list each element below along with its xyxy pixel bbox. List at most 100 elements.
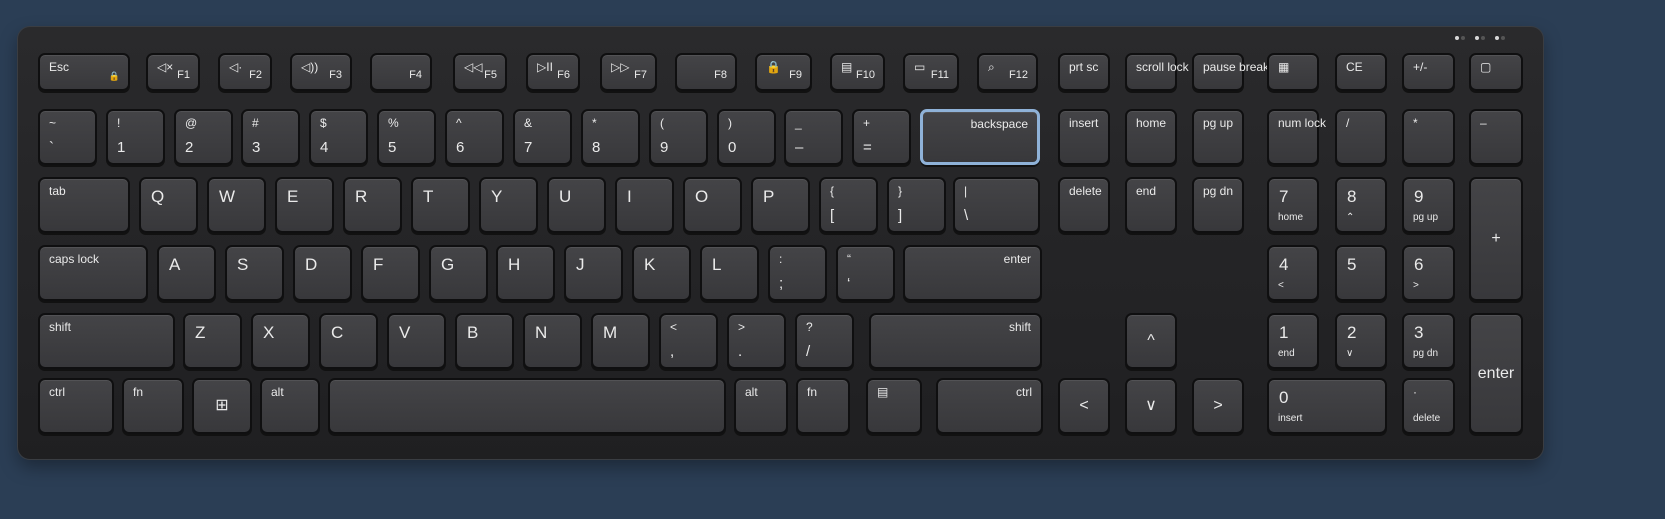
key-pause-break[interactable]: pause break: [1192, 53, 1269, 91]
key-y[interactable]: Y: [479, 177, 538, 233]
key-up[interactable]: ^: [1125, 313, 1177, 369]
key-w[interactable]: W: [207, 177, 266, 233]
key-c[interactable]: C: [319, 313, 378, 369]
key-k[interactable]: K: [632, 245, 691, 301]
key-slash[interactable]: ? /: [795, 313, 854, 369]
key-left[interactable]: <: [1058, 378, 1110, 434]
key-o[interactable]: O: [683, 177, 742, 233]
key-num-mul[interactable]: *: [1402, 109, 1455, 165]
key-f6[interactable]: ▷II F6: [526, 53, 580, 91]
key-a[interactable]: A: [157, 245, 216, 301]
key-f8[interactable]: F8: [675, 53, 737, 91]
key-t[interactable]: T: [411, 177, 470, 233]
key-num-div[interactable]: /: [1335, 109, 1387, 165]
key-space[interactable]: [328, 378, 726, 434]
key-n[interactable]: N: [523, 313, 582, 369]
key-h[interactable]: H: [496, 245, 555, 301]
key-semicolon[interactable]: :;: [768, 245, 827, 301]
key-lshift[interactable]: shift: [38, 313, 175, 369]
key-pgdn[interactable]: pg dn: [1192, 177, 1244, 233]
key-9[interactable]: (9: [649, 109, 708, 165]
key-lfn[interactable]: fn: [122, 378, 184, 434]
key-f5[interactable]: ◁◁ F5: [453, 53, 507, 91]
key-num5[interactable]: 5: [1335, 245, 1387, 301]
key-num-enter[interactable]: enter: [1469, 313, 1523, 434]
key-num4[interactable]: 4 <: [1267, 245, 1319, 301]
key-backspace[interactable]: backspace: [920, 109, 1040, 165]
key-f7[interactable]: ▷▷ F7: [600, 53, 657, 91]
key-8[interactable]: * 8: [581, 109, 640, 165]
key-calculator[interactable]: ▦: [1267, 53, 1319, 91]
key-quote[interactable]: “‘: [836, 245, 895, 301]
key-down[interactable]: ∨: [1125, 378, 1177, 434]
key-1[interactable]: ! 1: [106, 109, 165, 165]
key-d[interactable]: D: [293, 245, 352, 301]
key-num2[interactable]: 2 ∨: [1335, 313, 1387, 369]
key-pgup[interactable]: pg up: [1192, 109, 1244, 165]
key-backslash[interactable]: | \: [953, 177, 1040, 233]
key-num7[interactable]: 7 home: [1267, 177, 1319, 233]
key-7[interactable]: & 7: [513, 109, 572, 165]
key-menu[interactable]: ▤: [866, 378, 922, 434]
key-win[interactable]: ⊞: [192, 378, 252, 434]
key-0[interactable]: ) 0: [717, 109, 776, 165]
key-numlock[interactable]: num lock: [1267, 109, 1326, 165]
key-num-sub[interactable]: –: [1469, 109, 1523, 165]
key-m[interactable]: M: [591, 313, 650, 369]
key-rfn[interactable]: fn: [796, 378, 850, 434]
key-p[interactable]: P: [751, 177, 810, 233]
key-r[interactable]: R: [343, 177, 402, 233]
key-rshift[interactable]: shift: [869, 313, 1042, 369]
key-f2[interactable]: ◁· F2: [218, 53, 272, 91]
key-tab[interactable]: tab: [38, 177, 130, 233]
key-l[interactable]: L: [700, 245, 759, 301]
key-2[interactable]: @2: [174, 109, 233, 165]
key-x[interactable]: X: [251, 313, 310, 369]
key-rbracket[interactable]: }]: [887, 177, 946, 233]
key-num9[interactable]: 9 pg up: [1402, 177, 1455, 233]
key-3[interactable]: #3: [241, 109, 300, 165]
key-s[interactable]: S: [225, 245, 284, 301]
key-num6[interactable]: 6 >: [1402, 245, 1455, 301]
key-f3[interactable]: ◁)) F3: [290, 53, 352, 91]
key-f[interactable]: F: [361, 245, 420, 301]
key-f11[interactable]: ▭ F11: [903, 53, 959, 91]
key-f9[interactable]: 🔒 F9: [755, 53, 812, 91]
key-equals[interactable]: + =: [852, 109, 911, 165]
key-f10[interactable]: ▤ F10: [830, 53, 885, 91]
key-minus[interactable]: _ –: [784, 109, 843, 165]
key-lbracket[interactable]: {[: [819, 177, 878, 233]
key-period[interactable]: >.: [727, 313, 786, 369]
key-f1[interactable]: ◁× F1: [146, 53, 200, 91]
key-right[interactable]: >: [1192, 378, 1244, 434]
key-b[interactable]: B: [455, 313, 514, 369]
key-num-add[interactable]: +: [1469, 177, 1523, 301]
key-scroll-lock[interactable]: scroll lock: [1125, 53, 1189, 91]
key-num3[interactable]: 3 pg dn: [1402, 313, 1455, 369]
key-num8[interactable]: 8 ⌃: [1335, 177, 1387, 233]
key-chat[interactable]: ▢: [1469, 53, 1523, 91]
key-q[interactable]: Q: [139, 177, 198, 233]
key-plus-minus[interactable]: +/-: [1402, 53, 1455, 91]
key-ralt[interactable]: alt: [734, 378, 788, 434]
key-end[interactable]: end: [1125, 177, 1177, 233]
key-f12[interactable]: ⌕ F12: [977, 53, 1038, 91]
key-enter[interactable]: enter: [903, 245, 1042, 301]
key-u[interactable]: U: [547, 177, 606, 233]
key-lalt[interactable]: alt: [260, 378, 320, 434]
key-f4[interactable]: F4: [370, 53, 432, 91]
key-j[interactable]: J: [564, 245, 623, 301]
key-lctrl[interactable]: ctrl: [38, 378, 114, 434]
key-e[interactable]: E: [275, 177, 334, 233]
key-rctrl[interactable]: ctrl: [936, 378, 1043, 434]
key-num1[interactable]: 1 end: [1267, 313, 1319, 369]
key-v[interactable]: V: [387, 313, 446, 369]
key-tilde[interactable]: ~ `: [38, 109, 97, 165]
key-6[interactable]: ^ 6: [445, 109, 504, 165]
key-capslock[interactable]: caps lock: [38, 245, 148, 301]
key-num0[interactable]: 0 insert: [1267, 378, 1387, 434]
key-num-dec[interactable]: · delete: [1402, 378, 1455, 434]
key-prtsc[interactable]: prt sc: [1058, 53, 1110, 91]
key-z[interactable]: Z: [183, 313, 242, 369]
key-g[interactable]: G: [429, 245, 488, 301]
